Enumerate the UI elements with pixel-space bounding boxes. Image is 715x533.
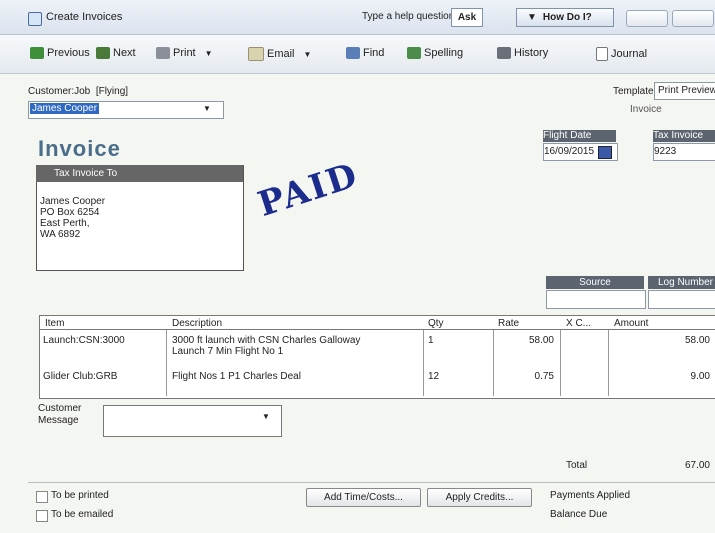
footer-divider	[28, 482, 715, 483]
bill-to-heading: Tax Invoice To	[36, 165, 243, 182]
column-header-tax-code[interactable]: X C...	[566, 318, 591, 329]
journal-label: Journal	[611, 48, 648, 60]
column-header-qty[interactable]: Qty	[428, 318, 444, 329]
spelling-check-icon	[407, 47, 421, 59]
tax-invoice-number-field[interactable]: 9223	[653, 143, 715, 161]
bill-to-line: East Perth,	[40, 218, 90, 229]
flight-date-label: Flight Date	[543, 130, 616, 142]
column-divider	[493, 330, 494, 396]
history-button[interactable]: History	[497, 47, 548, 59]
table-cell-description[interactable]: Launch 7 Min Flight No 1	[172, 346, 283, 357]
column-header-rate[interactable]: Rate	[498, 318, 519, 329]
template-label: Template	[613, 86, 654, 97]
previous-arrow-icon	[30, 47, 44, 59]
customer-job-value[interactable]: James Cooper	[30, 103, 100, 114]
printer-icon	[156, 47, 170, 59]
column-divider	[166, 330, 167, 396]
balance-due-label: Balance Due	[550, 509, 608, 520]
table-cell-rate[interactable]: 0.75	[496, 371, 554, 382]
journal-button[interactable]: Journal	[596, 47, 647, 61]
chevron-down-icon[interactable]: ▼	[203, 104, 211, 113]
add-time-costs-button[interactable]: Add Time/Costs...	[306, 488, 421, 507]
tax-invoice-label: Tax Invoice	[653, 130, 715, 142]
table-header-divider	[40, 329, 715, 330]
next-arrow-icon	[96, 47, 110, 59]
table-cell-qty[interactable]: 1	[428, 335, 434, 346]
bill-to-line: James Cooper	[40, 196, 106, 207]
total-label: Total	[566, 460, 588, 471]
table-cell-qty[interactable]: 12	[428, 371, 439, 382]
to-be-printed-label: To be printed	[51, 490, 109, 501]
email-label: Email	[267, 48, 295, 60]
previous-label: Previous	[47, 47, 90, 59]
to-be-emailed-checkbox[interactable]	[36, 510, 48, 522]
table-cell-item[interactable]: Glider Club:GRB	[43, 371, 117, 382]
column-divider	[423, 330, 424, 396]
chevron-down-icon[interactable]: ▼	[262, 412, 270, 421]
how-do-i-label: How Do I?	[542, 12, 592, 23]
journal-icon	[596, 47, 608, 61]
invoice-window-icon	[28, 12, 42, 26]
email-icon	[248, 47, 264, 61]
template-type: Invoice	[630, 104, 662, 115]
minimize-button[interactable]	[626, 10, 668, 27]
apply-credits-button[interactable]: Apply Credits...	[427, 488, 532, 507]
calendar-icon[interactable]	[598, 146, 612, 159]
history-icon	[497, 47, 511, 59]
bill-to-line: PO Box 6254	[40, 207, 100, 218]
column-header-description[interactable]: Description	[172, 318, 222, 329]
log-number-label: Log Number	[648, 276, 715, 289]
to-be-printed-checkbox[interactable]	[36, 491, 48, 503]
find-label: Find	[363, 47, 385, 59]
next-label: Next	[113, 47, 136, 59]
previous-button[interactable]: Previous	[30, 47, 90, 59]
column-divider	[560, 330, 561, 396]
customer-job-label: Customer:Job [Flying]	[28, 86, 129, 97]
table-cell-amount[interactable]: 58.00	[650, 335, 710, 346]
window-title: Create Invoices	[46, 11, 123, 23]
history-label: History	[514, 47, 549, 59]
to-be-emailed-label: To be emailed	[51, 509, 114, 520]
ask-button[interactable]: Ask	[451, 8, 483, 27]
find-icon	[346, 47, 360, 59]
bill-to-line: WA 6892	[40, 229, 81, 240]
template-select[interactable]: Print Preview	[654, 82, 715, 100]
source-label: Source	[546, 276, 644, 289]
column-header-amount[interactable]: Amount	[614, 318, 648, 329]
table-cell-rate[interactable]: 58.00	[496, 335, 554, 346]
toolbar: Previous Next Print ▼ Email ▼ Find Spell…	[0, 35, 715, 74]
table-cell-item[interactable]: Launch:CSN:3000	[43, 335, 125, 346]
chevron-down-icon[interactable]: ▼	[205, 49, 213, 58]
column-header-item[interactable]: Item	[45, 318, 64, 329]
spelling-label: Spelling	[424, 47, 464, 59]
print-button[interactable]: Print ▼	[156, 47, 213, 59]
form-title: Invoice	[38, 136, 121, 161]
help-question-input[interactable]: Type a help question	[362, 11, 454, 22]
how-do-i-button[interactable]: ▼ How Do I?	[516, 8, 614, 27]
table-cell-description[interactable]: 3000 ft launch with CSN Charles Galloway	[172, 335, 360, 346]
next-button[interactable]: Next	[96, 47, 136, 59]
payments-applied-label: Payments Applied	[550, 490, 631, 501]
customer-message-label: Customer Message	[38, 403, 82, 426]
log-number-field[interactable]	[648, 290, 715, 309]
email-button[interactable]: Email ▼	[248, 47, 311, 61]
maximize-button[interactable]	[672, 10, 714, 27]
table-cell-description[interactable]: Flight Nos 1 P1 Charles Deal	[172, 371, 301, 382]
total-value: 67.00	[684, 460, 710, 471]
column-divider	[608, 330, 609, 396]
find-button[interactable]: Find	[346, 47, 384, 59]
chevron-down-icon: ▼	[527, 12, 537, 23]
print-label: Print	[173, 47, 196, 59]
chevron-down-icon[interactable]: ▼	[304, 50, 312, 59]
table-cell-amount[interactable]: 9.00	[650, 371, 710, 382]
source-field[interactable]	[546, 290, 646, 309]
customer-message-select[interactable]	[103, 405, 282, 437]
spelling-button[interactable]: Spelling	[407, 47, 463, 59]
